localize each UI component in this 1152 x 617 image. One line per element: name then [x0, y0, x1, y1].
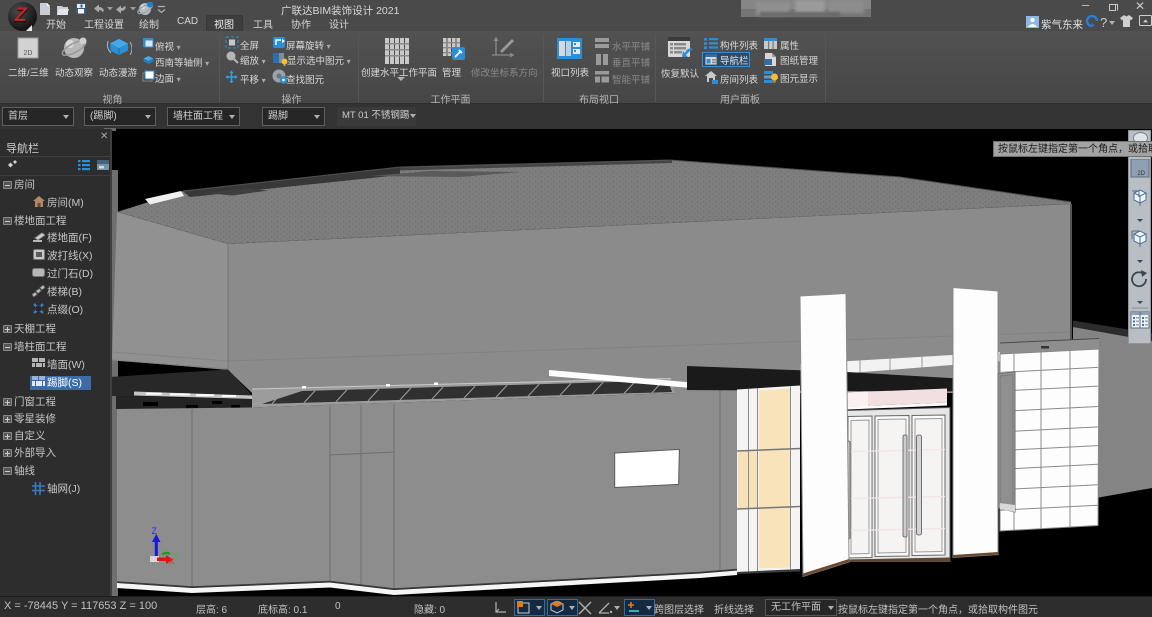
svg-text:2D: 2D [24, 50, 33, 57]
svg-text:Z: Z [152, 526, 158, 536]
svg-text:2D: 2D [1137, 171, 1145, 177]
svg-text:Y: Y [174, 552, 180, 561]
